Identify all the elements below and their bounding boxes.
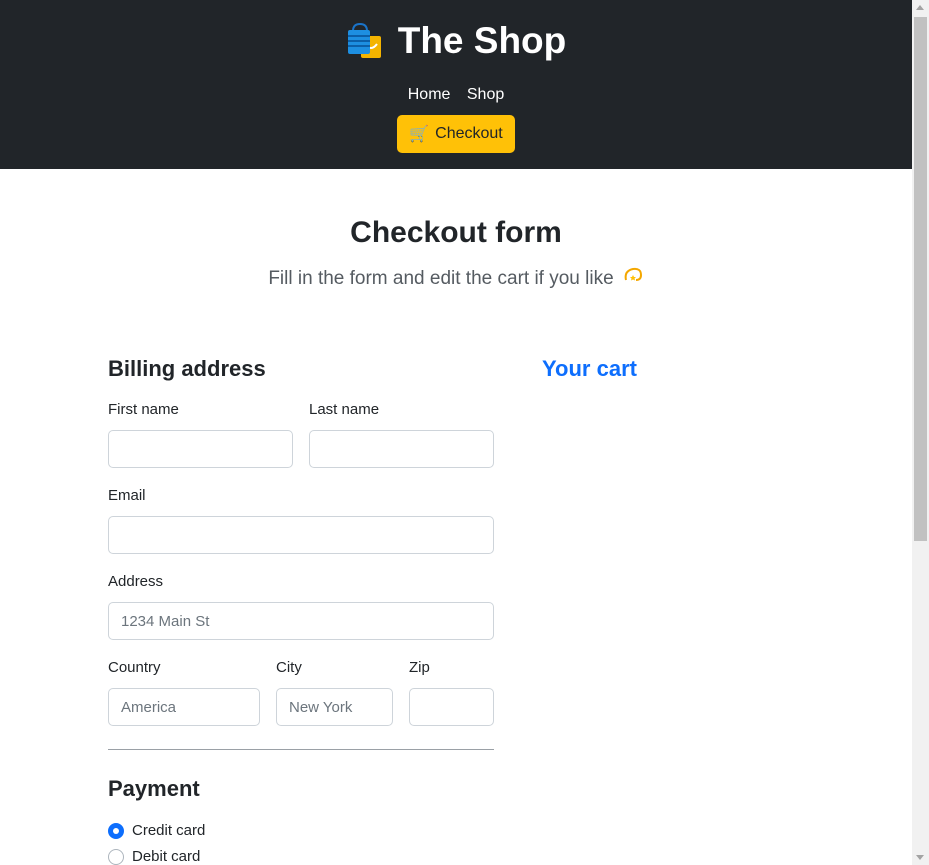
brand-link[interactable]: The Shop — [346, 18, 567, 64]
site-header: The Shop Home Shop 🛒 Checkout — [0, 0, 912, 169]
address-field[interactable] — [108, 602, 494, 640]
billing-heading: Billing address — [108, 356, 266, 381]
scroll-up-arrow-icon[interactable] — [916, 5, 924, 10]
page-title: Checkout form — [350, 216, 562, 249]
city-field[interactable] — [276, 688, 393, 726]
page-lead-text: Fill in the form and edit the cart if yo… — [268, 268, 614, 289]
payment-option-credit[interactable]: Credit card — [108, 822, 205, 839]
email-field[interactable] — [108, 516, 494, 554]
cart-heading: Your cart — [542, 356, 637, 381]
zip-label: Zip — [409, 659, 430, 676]
nav-shop-link[interactable]: Shop — [467, 86, 504, 103]
first-name-label: First name — [108, 401, 179, 418]
dizzy-star-icon — [624, 267, 642, 281]
nav-home-link[interactable]: Home — [408, 86, 451, 103]
payment-heading: Payment — [108, 776, 200, 801]
payment-option-debit[interactable]: Debit card — [108, 848, 200, 865]
credit-card-radio[interactable] — [108, 822, 124, 839]
brand: The Shop — [0, 18, 912, 64]
shopping-cart-icon: 🛒 — [409, 126, 430, 143]
vertical-scrollbar[interactable] — [912, 0, 929, 865]
page-lead: Fill in the form and edit the cart if yo… — [0, 264, 912, 290]
country-field[interactable] — [108, 688, 260, 726]
shopping-bags-icon — [347, 22, 381, 58]
scroll-down-arrow-icon[interactable] — [916, 855, 924, 860]
debit-card-radio[interactable] — [108, 848, 124, 865]
address-label: Address — [108, 573, 164, 590]
zip-field[interactable] — [409, 688, 494, 726]
main-nav: Home Shop — [0, 84, 912, 106]
credit-card-label: Credit card — [132, 822, 206, 839]
last-name-label: Last name — [309, 401, 380, 418]
email-label: Email — [108, 487, 146, 504]
debit-card-label: Debit card — [132, 848, 201, 865]
checkout-button-label: Checkout — [435, 125, 503, 142]
last-name-field[interactable] — [309, 430, 494, 468]
scrollbar-thumb[interactable] — [914, 17, 927, 541]
first-name-field[interactable] — [108, 430, 293, 468]
checkout-button[interactable]: 🛒 Checkout — [397, 115, 515, 153]
city-label: City — [276, 659, 302, 676]
page-viewport: The Shop Home Shop 🛒 Checkout Checkout f… — [0, 0, 912, 865]
site-title: The Shop — [397, 20, 567, 61]
section-divider — [108, 749, 494, 750]
country-label: Country — [108, 659, 161, 676]
